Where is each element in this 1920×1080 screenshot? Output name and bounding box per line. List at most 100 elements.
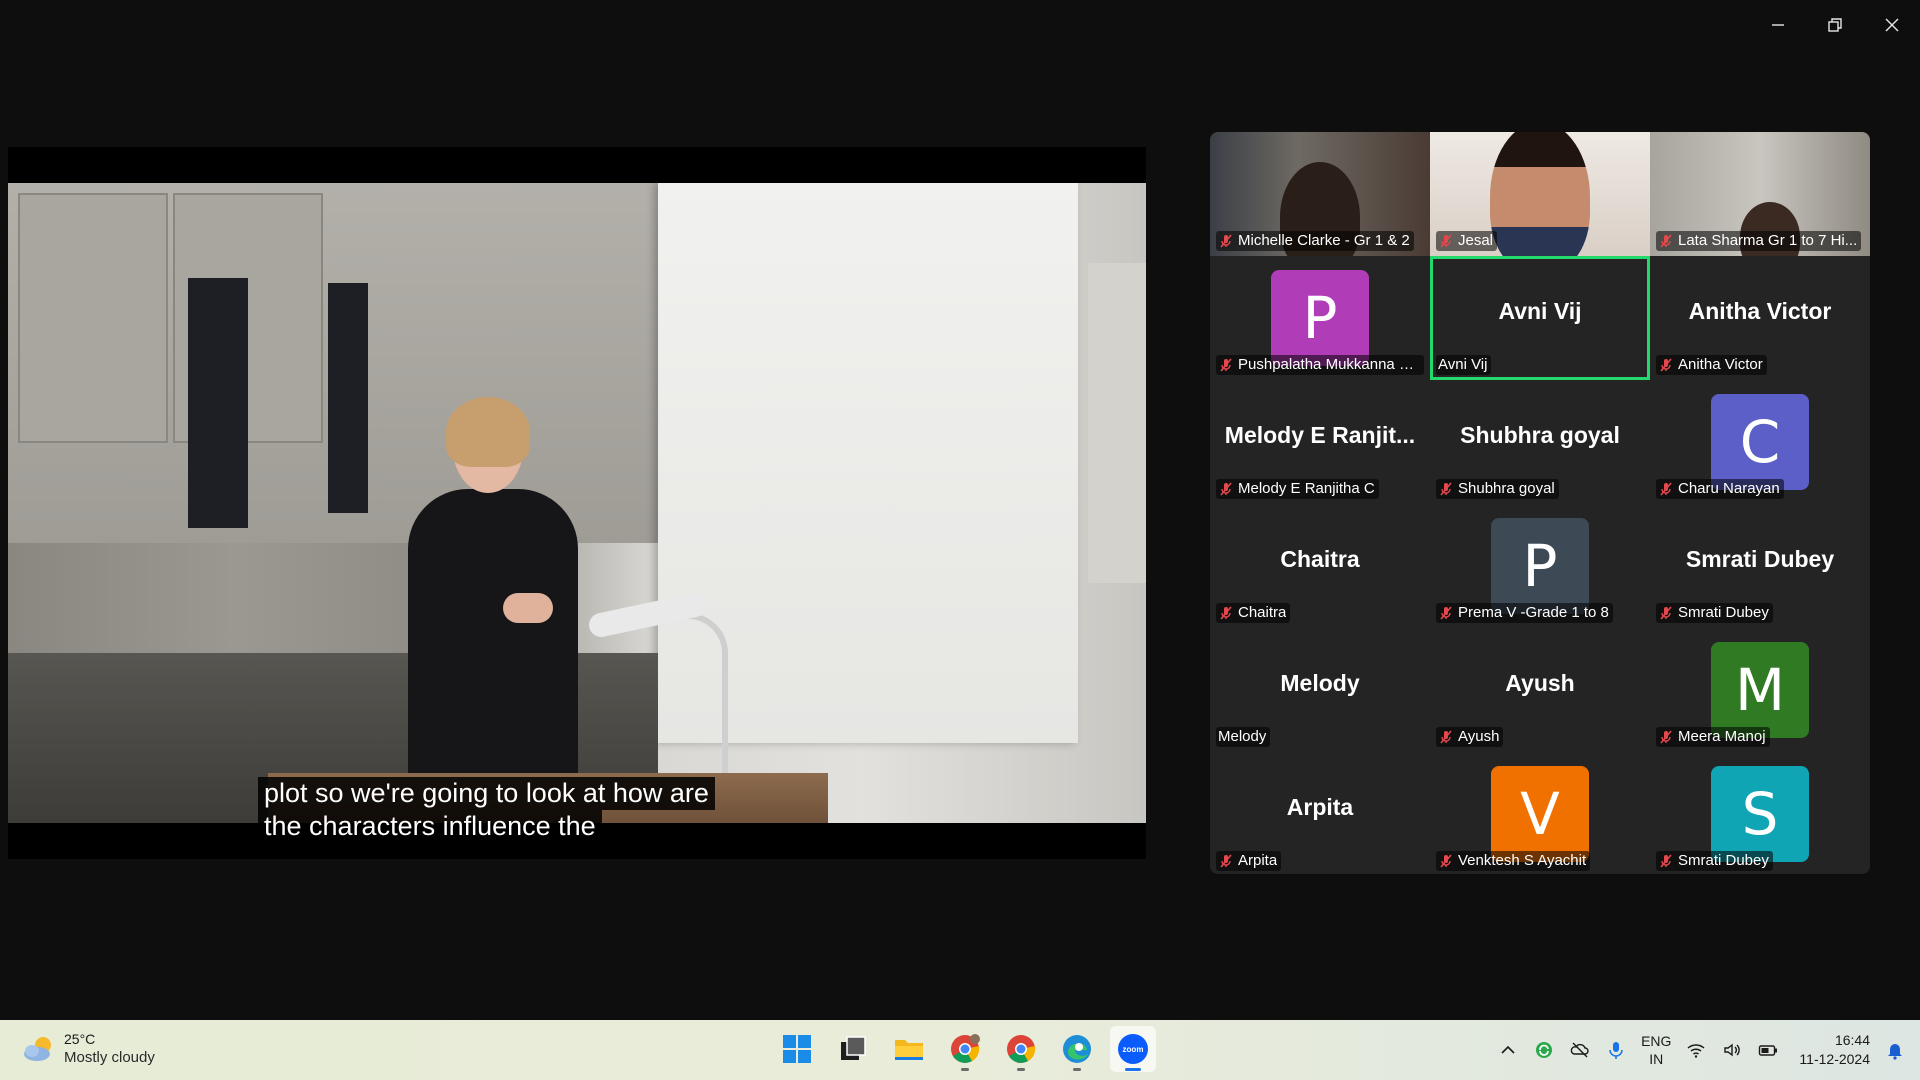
file-explorer-button[interactable] [886,1026,932,1072]
participant-name: Prema V -Grade 1 to 8 [1458,604,1609,621]
participant-name-label: Charu Narayan [1656,479,1784,499]
microphone-muted-icon [1218,605,1234,621]
participant-name-label: Jesal [1436,231,1498,251]
participant-tile[interactable]: M Meera Manoj [1650,628,1870,752]
onedrive-button[interactable] [1569,1039,1591,1061]
microphone-muted-icon [1218,853,1234,869]
participant-tile[interactable]: Melody Melody [1210,628,1430,752]
participant-tile[interactable]: Melody E Ranjit... Melody E Ranjitha C [1210,380,1430,504]
participant-tile[interactable]: P Prema V -Grade 1 to 8 [1430,504,1650,628]
close-button[interactable] [1863,0,1920,50]
shared-screen[interactable]: plot so we're going to look at how are t… [8,147,1146,859]
edge-icon [1063,1035,1091,1063]
participant-name-label: Anitha Victor [1656,355,1767,375]
scene-teacher-hands [503,593,553,623]
weather-temperature: 25°C [64,1031,96,1047]
clock-button[interactable]: 16:44 11-12-2024 [1799,1031,1870,1069]
microphone-muted-icon [1438,481,1454,497]
microphone-muted-icon [1658,729,1674,745]
network-button[interactable] [1685,1039,1707,1061]
participant-name-label: Chaitra [1216,603,1291,623]
participant-gallery: Michelle Clarke - Gr 1 & 2 Jesal Lata Shar… [1210,132,1870,874]
taskbar: 25°C Mostly cloudy zoom ENG IN 16:44 11-… [0,1020,1920,1080]
participant-name: Melody [1218,728,1267,745]
participant-video [1490,132,1590,256]
zoom-icon: zoom [1118,1034,1148,1064]
task-view-button[interactable] [830,1026,876,1072]
battery-icon [1759,1045,1778,1056]
participant-name-label: Shubhra goyal [1436,479,1559,499]
windows-logo-icon [783,1035,811,1063]
microphone-muted-icon [1218,357,1234,373]
participant-display-name: Melody E Ranjit... [1224,422,1416,448]
start-button[interactable] [774,1026,820,1072]
participant-name: Shubhra goyal [1458,480,1555,497]
restore-button[interactable] [1806,0,1863,50]
participant-tile[interactable]: P Pushpalatha Mukkanna E... [1210,256,1430,380]
weather-widget[interactable]: 25°C Mostly cloudy [22,1030,155,1067]
participant-name-label: Arpita [1216,851,1282,871]
show-hidden-icons-button[interactable] [1497,1039,1519,1061]
participant-tile[interactable]: Jesal [1430,132,1650,256]
restore-icon [1827,18,1842,32]
volume-button[interactable] [1721,1039,1743,1061]
participant-name: Meera Manoj [1678,728,1766,745]
region-label: IN [1649,1051,1664,1067]
participant-name-label: Ayush [1436,727,1504,747]
participant-display-name: Ayush [1505,670,1575,696]
chrome-button-2[interactable] [998,1026,1044,1072]
caption-line: plot so we're going to look at how are [258,777,715,810]
zoom-button[interactable]: zoom [1110,1026,1156,1072]
microphone-muted-icon [1218,481,1234,497]
wifi-icon [1687,1044,1705,1058]
language-label: ENG [1641,1033,1672,1049]
participant-name: Pushpalatha Mukkanna E... [1238,356,1420,373]
participant-tile[interactable]: Shubhra goyal Shubhra goyal [1430,380,1650,504]
microphone-muted-icon [1658,853,1674,869]
participant-name: Smrati Dubey [1678,852,1769,869]
participant-tile[interactable]: Anitha Victor Anitha Victor [1650,256,1870,380]
microphone-muted-icon [1658,233,1674,249]
chevron-up-icon [1501,1045,1515,1054]
minimize-button[interactable] [1749,0,1806,50]
chrome-button-1[interactable] [942,1026,988,1072]
participant-avatar: M [1711,642,1809,738]
participant-tile[interactable]: Chaitra Chaitra [1210,504,1430,628]
microphone-muted-icon [1658,605,1674,621]
edge-button[interactable] [1054,1026,1100,1072]
participant-tile[interactable]: Arpita Arpita [1210,752,1430,874]
speaker-icon [1724,1043,1741,1057]
participant-name: Charu Narayan [1678,480,1780,497]
input-language-button[interactable]: ENG IN [1641,1032,1671,1068]
participant-avatar: S [1711,766,1809,862]
cloud-off-icon [1570,1042,1589,1058]
participant-name-label: Meera Manoj [1656,727,1770,747]
participant-name-label: Melody E Ranjitha C [1216,479,1379,499]
participant-tile[interactable]: Ayush Ayush [1430,628,1650,752]
participant-name-label: Avni Vij [1436,355,1492,375]
microphone-muted-icon [1438,233,1454,249]
participant-tile[interactable]: Lata Sharma Gr 1 to 7 Hi... [1650,132,1870,256]
participant-tile[interactable]: Avni Vij Avni Vij [1430,256,1650,380]
running-indicator [961,1068,969,1071]
battery-button[interactable] [1757,1039,1779,1061]
caption-box: plot so we're going to look at how are t… [258,777,715,843]
participant-tile[interactable]: Smrati Dubey Smrati Dubey [1650,504,1870,628]
participant-name: Jesal [1458,232,1494,249]
participant-name: Arpita [1238,852,1278,869]
chrome-icon [951,1034,980,1063]
microphone-button[interactable] [1605,1039,1627,1061]
participant-tile[interactable]: C Charu Narayan [1650,380,1870,504]
running-indicator [1073,1068,1081,1071]
participant-tile[interactable]: S Smrati Dubey [1650,752,1870,874]
participant-name-label: Smrati Dubey [1656,851,1773,871]
microphone-muted-icon [1218,233,1234,249]
sync-button[interactable] [1533,1039,1555,1061]
notifications-button[interactable] [1884,1039,1906,1061]
participant-tile[interactable]: Michelle Clarke - Gr 1 & 2 [1210,132,1430,256]
weather-condition: Mostly cloudy [64,1049,155,1066]
participant-avatar: C [1711,394,1809,490]
participant-tile[interactable]: V Venktesh S Ayachit [1430,752,1650,874]
participant-name-label: Venktesh S Ayachit [1436,851,1591,871]
close-icon [1885,18,1898,32]
